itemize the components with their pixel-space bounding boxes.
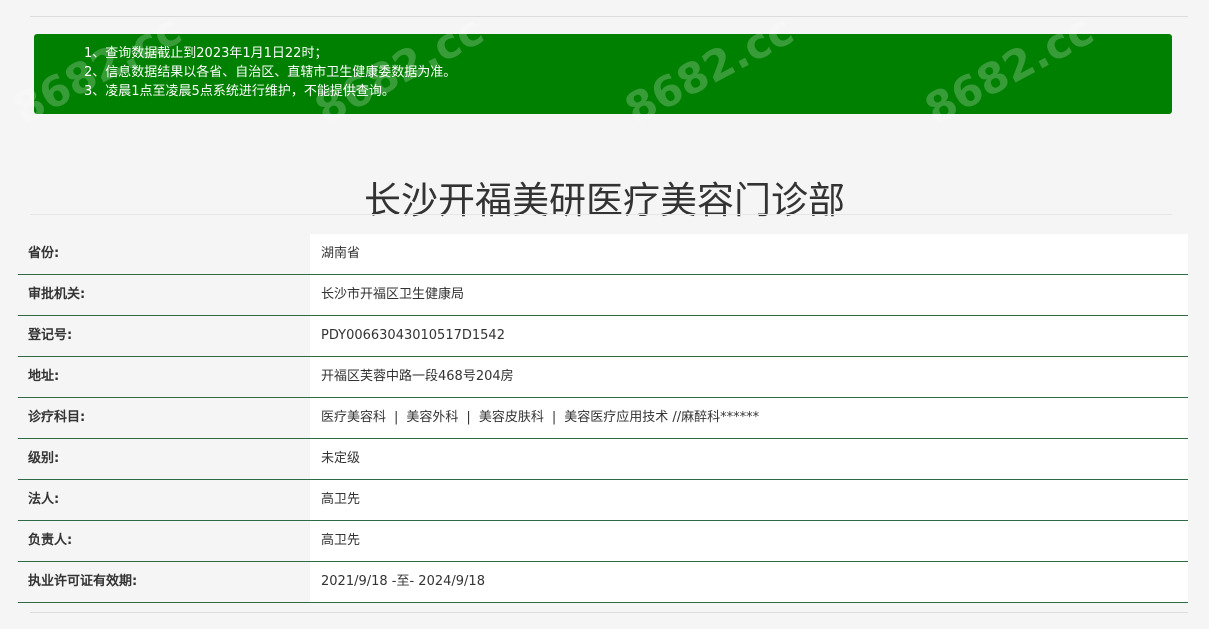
- info-value: 2021/9/18 -至- 2024/9/18: [310, 562, 1188, 602]
- info-row-departments: 诊疗科目: 医疗美容科 | 美容外科 | 美容皮肤科 | 美容医疗应用技术 //麻醉科***…: [18, 398, 1188, 439]
- info-label: 省份:: [18, 234, 310, 274]
- info-value: 湖南省: [310, 234, 1188, 274]
- info-row-registration-number: 登记号: PDY00663043010517D1542: [18, 316, 1188, 357]
- department-item: 美容医疗应用技术 //麻醉科******: [564, 410, 760, 425]
- info-label: 登记号:: [18, 316, 310, 356]
- department-separator: |: [551, 410, 557, 425]
- info-label: 负责人:: [18, 521, 310, 561]
- info-value: 医疗美容科 | 美容外科 | 美容皮肤科 | 美容医疗应用技术 //麻醉科******: [310, 398, 1188, 438]
- page-title: 长沙开福美研医疗美容门诊部: [364, 178, 845, 222]
- info-label: 诊疗科目:: [18, 398, 310, 438]
- info-value: 高卫先: [310, 521, 1188, 561]
- notice-line: 1、查询数据截止到2023年1月1日22时；: [84, 46, 328, 61]
- info-table: 省份: 湖南省 审批机关: 长沙市开福区卫生健康局 登记号: PDY006630…: [18, 234, 1188, 603]
- info-value: 高卫先: [310, 480, 1188, 520]
- info-value: 长沙市开福区卫生健康局: [310, 275, 1188, 315]
- info-label: 执业许可证有效期:: [18, 562, 310, 602]
- info-row-license-validity: 执业许可证有效期: 2021/9/18 -至- 2024/9/18: [18, 562, 1188, 603]
- notice-banner: 8682.cc 8682.cc 8682.cc 8682.cc 1、查询数据截止…: [5, 5, 1172, 134]
- info-row-approval-authority: 审批机关: 长沙市开福区卫生健康局: [18, 275, 1188, 316]
- info-row-address: 地址: 开福区芙蓉中路一段468号204房: [18, 357, 1188, 398]
- info-row-legal-person: 法人: 高卫先: [18, 480, 1188, 521]
- department-separator: |: [394, 410, 399, 425]
- info-row-level: 级别: 未定级: [18, 439, 1188, 480]
- notice-line: 2、信息数据结果以各省、自治区、直辖市卫生健康委数据为准。: [84, 65, 457, 80]
- info-value: PDY00663043010517D1542: [310, 316, 1188, 356]
- info-label: 级别:: [18, 439, 310, 479]
- notice-line: 3、凌晨1点至凌晨5点系统进行维护，不能提供查询。: [84, 84, 395, 99]
- title-divider: [30, 214, 1172, 215]
- info-label: 地址:: [18, 357, 310, 397]
- department-item: 医疗美容科: [321, 410, 387, 425]
- bottom-divider: [30, 612, 1188, 613]
- info-row-province: 省份: 湖南省: [18, 234, 1188, 275]
- department-item: 美容皮肤科: [478, 410, 544, 425]
- info-label: 法人:: [18, 480, 310, 520]
- department-separator: |: [466, 410, 471, 425]
- department-item: 美容外科: [406, 410, 459, 425]
- top-divider: [30, 16, 1188, 17]
- info-value: 开福区芙蓉中路一段468号204房: [310, 357, 1188, 397]
- info-value: 未定级: [310, 439, 1188, 479]
- info-label: 审批机关:: [18, 275, 310, 315]
- info-row-person-in-charge: 负责人: 高卫先: [18, 521, 1188, 562]
